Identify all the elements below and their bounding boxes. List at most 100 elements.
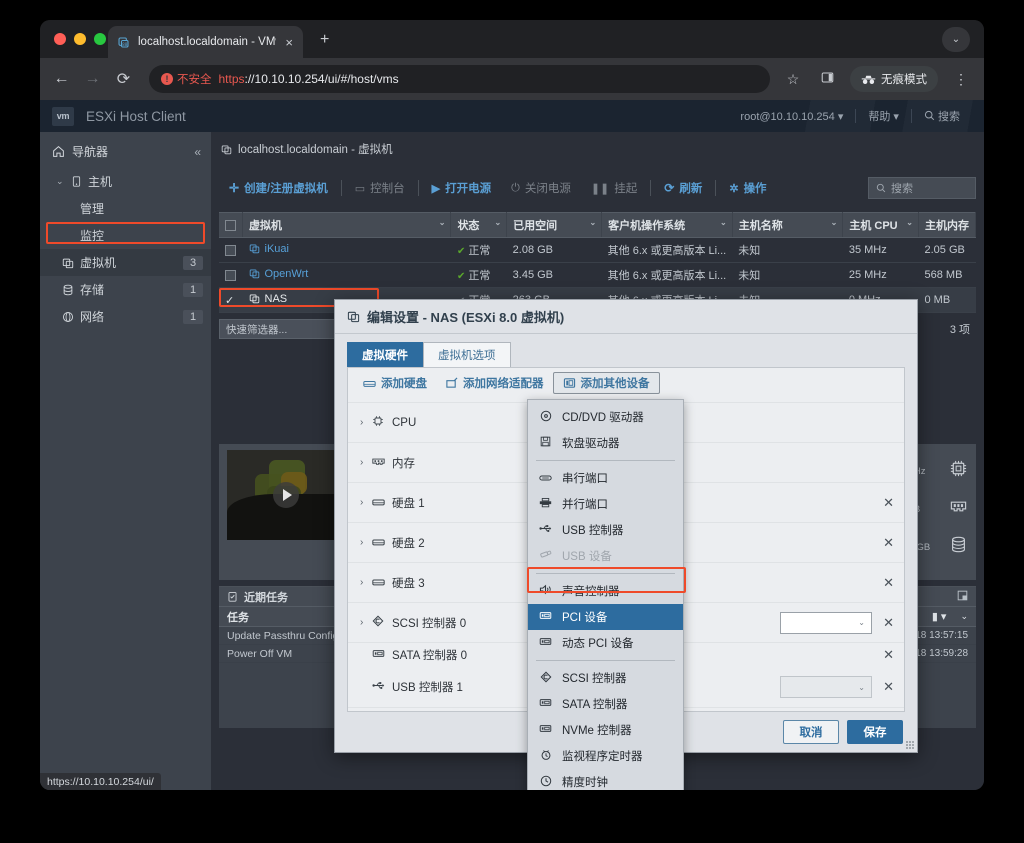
expand-icon[interactable]: › <box>360 497 372 508</box>
remove-device-icon[interactable]: ✕ <box>872 495 894 511</box>
remove-device-icon[interactable]: ✕ <box>872 535 894 551</box>
forward-icon[interactable]: → <box>83 70 102 88</box>
chevron-down-icon[interactable]: ⌄ <box>494 218 501 227</box>
sidebar-item-networking[interactable]: 网络 1 <box>40 303 211 330</box>
sidebar-item-monitor[interactable]: 监控 <box>40 222 211 249</box>
chevron-down-icon[interactable]: ⌄ <box>831 218 838 227</box>
column-host-name[interactable]: 主机名称 ⌄ <box>732 212 844 238</box>
vm-console-thumbnail[interactable] <box>227 450 345 540</box>
collapse-sidebar-icon[interactable]: « <box>194 145 201 159</box>
expand-panel-icon[interactable] <box>957 590 968 604</box>
tasks-filter-dropdown[interactable]: ▮ ▾ <box>932 610 947 623</box>
side-panel-icon[interactable] <box>816 71 838 87</box>
select-all-checkbox[interactable] <box>225 219 236 231</box>
chevron-down-icon[interactable]: ⌄ <box>858 683 865 692</box>
expand-icon[interactable]: › <box>360 617 372 628</box>
row-checkbox-cell[interactable] <box>219 262 243 288</box>
column-guest-os[interactable]: 客户机操作系统 ⌄ <box>601 212 733 238</box>
sidebar-item-storage[interactable]: 存储 1 <box>40 276 211 303</box>
remove-device-icon[interactable]: ✕ <box>872 647 894 663</box>
menu-item-nvme-controller[interactable]: NVMe 控制器 <box>528 717 683 743</box>
global-search[interactable]: 搜索 <box>912 108 972 124</box>
chevron-down-icon[interactable]: ⌄ <box>906 218 913 227</box>
chevron-down-icon[interactable]: ⌄ <box>960 611 968 622</box>
power-on-button[interactable]: ▶ 打开电源 <box>422 180 501 196</box>
remove-device-icon[interactable]: ✕ <box>872 615 894 631</box>
chevron-down-icon[interactable]: ⌄ <box>858 618 865 627</box>
help-menu[interactable]: 帮助 ▾ <box>856 108 911 124</box>
resize-grip[interactable] <box>906 741 914 749</box>
menu-item-dynamic-pci-device[interactable]: 动态 PCI 设备 <box>528 630 683 656</box>
actions-button[interactable]: ✲ 操作 <box>719 180 776 196</box>
expand-icon[interactable]: › <box>360 457 372 468</box>
maximize-window-button[interactable] <box>94 33 106 45</box>
bookmark-star-icon[interactable]: ☆ <box>782 71 804 88</box>
close-icon[interactable]: × <box>283 36 295 49</box>
refresh-button[interactable]: ⟳ 刷新 <box>654 180 712 196</box>
sidebar-item-virtual-machines[interactable]: 虚拟机 3 <box>40 249 211 276</box>
browser-tab[interactable]: 88 localhost.localdomain - VMw × <box>108 26 303 58</box>
create-register-vm-button[interactable]: ✛ 创建/注册虚拟机 <box>219 180 338 196</box>
chevron-down-icon[interactable]: ⌄ <box>720 218 727 227</box>
chevron-down-icon[interactable]: ⌄ <box>56 176 65 187</box>
add-other-device-button[interactable]: 添加其他设备 <box>552 372 660 394</box>
vm-search-input[interactable]: 搜索 <box>868 177 976 199</box>
window-controls[interactable] <box>54 33 106 45</box>
suspend-button[interactable]: ❚❚ 挂起 <box>581 180 647 196</box>
column-vm[interactable]: 虚拟机 ⌄ <box>242 212 452 238</box>
chevron-down-icon[interactable]: ⌄ <box>439 218 446 227</box>
menu-item-sata-controller[interactable]: SATA 控制器 <box>528 691 683 717</box>
user-menu[interactable]: root@10.10.10.254 ▾ <box>728 110 855 123</box>
console-button[interactable]: ▭ 控制台 <box>345 180 415 196</box>
chevron-down-icon[interactable]: ⌄ <box>589 218 596 227</box>
row-checkbox[interactable] <box>225 269 236 281</box>
table-row[interactable]: iKuai ✔ 正常 2.08 GB 其他 6.x 或更高版本 Li... 未知… <box>219 237 976 263</box>
address-bar[interactable]: ! 不安全 https://10.10.10.254/ui/#/host/vms <box>149 65 770 93</box>
menu-item-pci-device[interactable]: PCI 设备 <box>528 604 683 630</box>
new-tab-button[interactable]: + <box>320 32 329 48</box>
menu-item-sound-controller[interactable]: 声音控制器 <box>528 578 683 604</box>
minimize-window-button[interactable] <box>74 33 86 45</box>
sidebar-item-manage[interactable]: 管理 <box>40 195 211 222</box>
add-network-adapter-button[interactable]: 添加网络适配器 <box>436 372 553 394</box>
back-icon[interactable]: ← <box>52 70 71 88</box>
add-hard-disk-button[interactable]: 添加硬盘 <box>354 372 436 394</box>
incognito-indicator[interactable]: 无痕模式 <box>850 66 938 92</box>
row-checkbox-cell[interactable] <box>219 237 243 263</box>
menu-item-parallel-port[interactable]: 并行端口 <box>528 491 683 517</box>
tab-virtual-hardware[interactable]: 虚拟硬件 <box>347 342 423 367</box>
column-status[interactable]: 状态 ⌄ <box>450 212 508 238</box>
power-off-button[interactable]: ⏻ 关闭电源 <box>501 180 581 196</box>
scsi-controller-select[interactable]: ⌄ <box>780 611 872 634</box>
save-button[interactable]: 保存 <box>847 720 903 744</box>
row-checkbox[interactable] <box>225 244 236 256</box>
expand-icon[interactable]: › <box>360 537 372 548</box>
play-button[interactable] <box>273 482 299 508</box>
menu-item-serial-port[interactable]: 串行端口 <box>528 465 683 491</box>
close-window-button[interactable] <box>54 33 66 45</box>
column-host-memory[interactable]: 主机内存 ⌄ <box>918 212 976 238</box>
menu-item-cd-dvd-drive[interactable]: CD/DVD 驱动器 <box>528 404 683 430</box>
chevron-down-icon[interactable]: ⌄ <box>963 218 970 227</box>
chevron-down-icon[interactable]: ⌄ <box>942 27 970 52</box>
expand-icon[interactable]: › <box>360 577 372 588</box>
menu-item-usb-controller[interactable]: USB 控制器 <box>528 517 683 543</box>
column-used-space[interactable]: 已用空间 ⌄ <box>506 212 603 238</box>
security-badge[interactable]: ! 不安全 <box>161 71 212 87</box>
select-all-header[interactable] <box>219 212 243 238</box>
expand-icon[interactable]: › <box>360 417 372 428</box>
cell-vm-name[interactable]: OpenWrt <box>242 262 451 288</box>
menu-item-watchdog-timer[interactable]: 监视程序定时器 <box>528 743 683 769</box>
reload-icon[interactable]: ⟳ <box>114 69 133 89</box>
sidebar-item-host[interactable]: ⌄ 主机 <box>40 168 211 195</box>
column-host-cpu[interactable]: 主机 CPU ⌄ <box>842 212 919 238</box>
browser-menu-icon[interactable]: ⋮ <box>950 71 972 88</box>
row-checkbox-checked[interactable]: ✓ <box>225 295 234 307</box>
cancel-button[interactable]: 取消 <box>783 720 839 744</box>
menu-item-scsi-controller[interactable]: SCSI 控制器 <box>528 665 683 691</box>
table-row[interactable]: OpenWrt ✔ 正常 3.45 GB 其他 6.x 或更高版本 Li... … <box>219 262 976 288</box>
tab-vm-options[interactable]: 虚拟机选项 <box>423 342 511 367</box>
menu-item-precision-clock[interactable]: 精度时钟 <box>528 769 683 790</box>
remove-device-icon[interactable]: ✕ <box>872 679 894 695</box>
row-checkbox-cell[interactable]: ✓ <box>219 287 243 313</box>
